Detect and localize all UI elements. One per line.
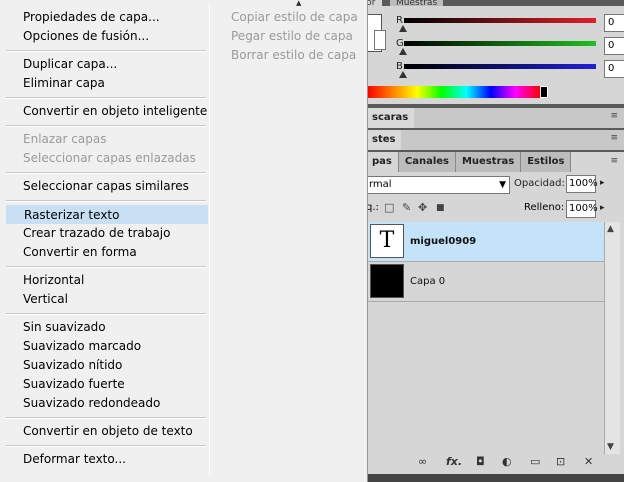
chevron-down-icon: ▼ bbox=[499, 180, 506, 190]
menu-separator bbox=[6, 313, 206, 315]
opacity-dropdown-icon[interactable]: ▸ bbox=[600, 178, 605, 188]
menu-item-convertir-en-objeto-inteligente[interactable]: Convertir en objeto inteligente bbox=[6, 102, 208, 121]
channel-b-value-input[interactable]: 0 bbox=[604, 60, 624, 78]
menu-item-suavizado-fuerte[interactable]: Suavizado fuerte bbox=[6, 375, 208, 394]
channel-r-row: R 0 bbox=[396, 14, 624, 34]
tab-mascaras[interactable]: scaras bbox=[366, 108, 415, 128]
menu-item-sin-suavizado[interactable]: Sin suavizado bbox=[6, 318, 208, 337]
layer-row[interactable]: T miguel0909 bbox=[366, 222, 604, 262]
menu-item-pegar-estilo-de-capa: Pegar estilo de capa bbox=[231, 29, 353, 43]
channel-b-slider-track[interactable] bbox=[404, 64, 596, 69]
menu-separator bbox=[6, 125, 206, 127]
menu-item-convertir-en-forma[interactable]: Convertir en forma bbox=[6, 243, 208, 262]
channel-b-row: B 0 bbox=[396, 60, 624, 80]
menu-separator bbox=[6, 417, 206, 419]
text-layer-thumbnail: T bbox=[370, 224, 404, 258]
lock-image-icon[interactable]: ✎ bbox=[402, 201, 411, 214]
layer-style-icon[interactable]: fx. bbox=[446, 455, 462, 468]
menu-item-enlazar-capas: Enlazar capas bbox=[23, 132, 107, 146]
menu-item-eliminar-capa[interactable]: Eliminar capa bbox=[6, 74, 208, 93]
channel-r-slider-handle[interactable] bbox=[399, 25, 407, 32]
menu-separator bbox=[6, 266, 206, 268]
layers-bottom-toolbar: ∞ fx. ◘ ◐ ▭ ⊡ ✕ bbox=[366, 454, 624, 472]
layer-row[interactable]: Capa 0 bbox=[366, 262, 604, 302]
tab-canales[interactable]: Canales bbox=[398, 152, 456, 172]
menu-item-borrar-estilo-de-capa: Borrar estilo de capa bbox=[231, 48, 357, 62]
menu-item-rasterizar-texto[interactable]: Rasterizar texto bbox=[6, 205, 208, 224]
lock-position-icon[interactable]: ✥ bbox=[418, 201, 427, 214]
menu-separator bbox=[6, 97, 206, 99]
tab-muestras-color[interactable]: Muestras bbox=[390, 0, 444, 6]
panel-menu-icon[interactable]: ≡ bbox=[610, 111, 618, 121]
menu-item-suavizado-nitido[interactable]: Suavizado nítido bbox=[6, 356, 208, 375]
lock-all-icon[interactable]: ■ bbox=[436, 203, 445, 213]
scroll-indicator-icon: ▲ bbox=[296, 0, 302, 7]
tab-ajustes[interactable]: stes bbox=[366, 130, 402, 150]
tab-estilos[interactable]: Estilos bbox=[521, 152, 572, 172]
menu-column-divider bbox=[209, 4, 210, 474]
menu-item-vertical[interactable]: Vertical bbox=[6, 290, 208, 309]
trash-icon[interactable]: ✕ bbox=[584, 455, 593, 468]
menu-item-horizontal[interactable]: Horizontal bbox=[6, 271, 208, 290]
channel-g-slider-track[interactable] bbox=[404, 41, 596, 46]
lock-transparency-icon[interactable]: □ bbox=[384, 201, 394, 214]
adjustment-layer-icon[interactable]: ◐ bbox=[502, 455, 512, 468]
menu-item-copiar-estilo-de-capa: Copiar estilo de capa bbox=[231, 10, 358, 24]
layer-thumbnail bbox=[370, 264, 404, 298]
tab-capas[interactable]: pas bbox=[366, 152, 399, 172]
opacity-input[interactable]: 100% bbox=[566, 175, 598, 193]
scroll-up-icon[interactable]: ▲ bbox=[607, 224, 614, 234]
menu-item-opciones-de-fusion[interactable]: Opciones de fusión... bbox=[6, 27, 208, 46]
black-white-swatch[interactable] bbox=[540, 86, 548, 98]
background-swatch[interactable] bbox=[374, 30, 386, 50]
menu-item-suavizado-redondeado[interactable]: Suavizado redondeado bbox=[6, 394, 208, 413]
layers-scrollbar[interactable]: ▲ ▼ bbox=[604, 222, 620, 454]
layer-context-menu: ▲ Propiedades de capa... Opciones de fus… bbox=[0, 0, 368, 482]
channel-r-value-input[interactable]: 0 bbox=[604, 14, 624, 32]
menu-item-convertir-en-objeto-de-texto[interactable]: Convertir en objeto de texto bbox=[6, 422, 208, 441]
layer-name[interactable]: miguel0909 bbox=[410, 236, 476, 247]
panel-menu-icon[interactable]: ≡ bbox=[610, 156, 618, 166]
menu-item-propiedades-de-capa[interactable]: Propiedades de capa... bbox=[6, 8, 208, 27]
new-group-icon[interactable]: ▭ bbox=[530, 455, 540, 468]
blend-mode-select[interactable]: rmal ▼ bbox=[366, 176, 510, 194]
add-mask-icon[interactable]: ◘ bbox=[476, 455, 485, 468]
tab-muestras[interactable]: Muestras bbox=[455, 152, 522, 172]
fill-dropdown-icon[interactable]: ▸ bbox=[600, 203, 605, 213]
color-spectrum[interactable] bbox=[368, 86, 540, 98]
fill-label: Relleno: bbox=[524, 202, 565, 213]
link-layers-icon[interactable]: ∞ bbox=[418, 455, 427, 468]
channel-b-slider-handle[interactable] bbox=[399, 71, 407, 78]
menu-separator bbox=[6, 172, 206, 174]
channel-g-slider-handle[interactable] bbox=[399, 48, 407, 55]
new-layer-icon[interactable]: ⊡ bbox=[556, 455, 565, 468]
channel-g-value-input[interactable]: 0 bbox=[604, 37, 624, 55]
menu-item-suavizado-marcado[interactable]: Suavizado marcado bbox=[6, 337, 208, 356]
channel-r-slider-track[interactable] bbox=[404, 18, 596, 23]
fill-input[interactable]: 100% bbox=[566, 200, 598, 218]
menu-item-deformar-texto[interactable]: Deformar texto... bbox=[6, 450, 208, 469]
channel-g-row: G 0 bbox=[396, 37, 624, 57]
panel-menu-icon[interactable]: ≡ bbox=[610, 133, 618, 143]
menu-separator bbox=[6, 50, 206, 52]
menu-item-crear-trazado-de-trabajo[interactable]: Crear trazado de trabajo bbox=[6, 224, 208, 243]
scroll-down-icon[interactable]: ▼ bbox=[607, 442, 614, 452]
opacity-label: Opacidad: bbox=[514, 178, 565, 189]
menu-item-seleccionar-capas-enlazadas: Seleccionar capas enlazadas bbox=[23, 151, 196, 165]
layers-panel-tabs: pas Canales Muestras Estilos bbox=[366, 152, 624, 172]
menu-separator bbox=[6, 445, 206, 447]
blend-mode-value: rmal bbox=[369, 179, 392, 190]
lock-row: q.: □ ✎ ✥ ■ Relleno: 100% ▸ bbox=[366, 200, 624, 218]
layer-name[interactable]: Capa 0 bbox=[410, 276, 445, 287]
menu-item-seleccionar-capas-similares[interactable]: Seleccionar capas similares bbox=[6, 177, 208, 196]
menu-item-duplicar-capa[interactable]: Duplicar capa... bbox=[6, 55, 208, 74]
menu-separator bbox=[6, 200, 206, 202]
